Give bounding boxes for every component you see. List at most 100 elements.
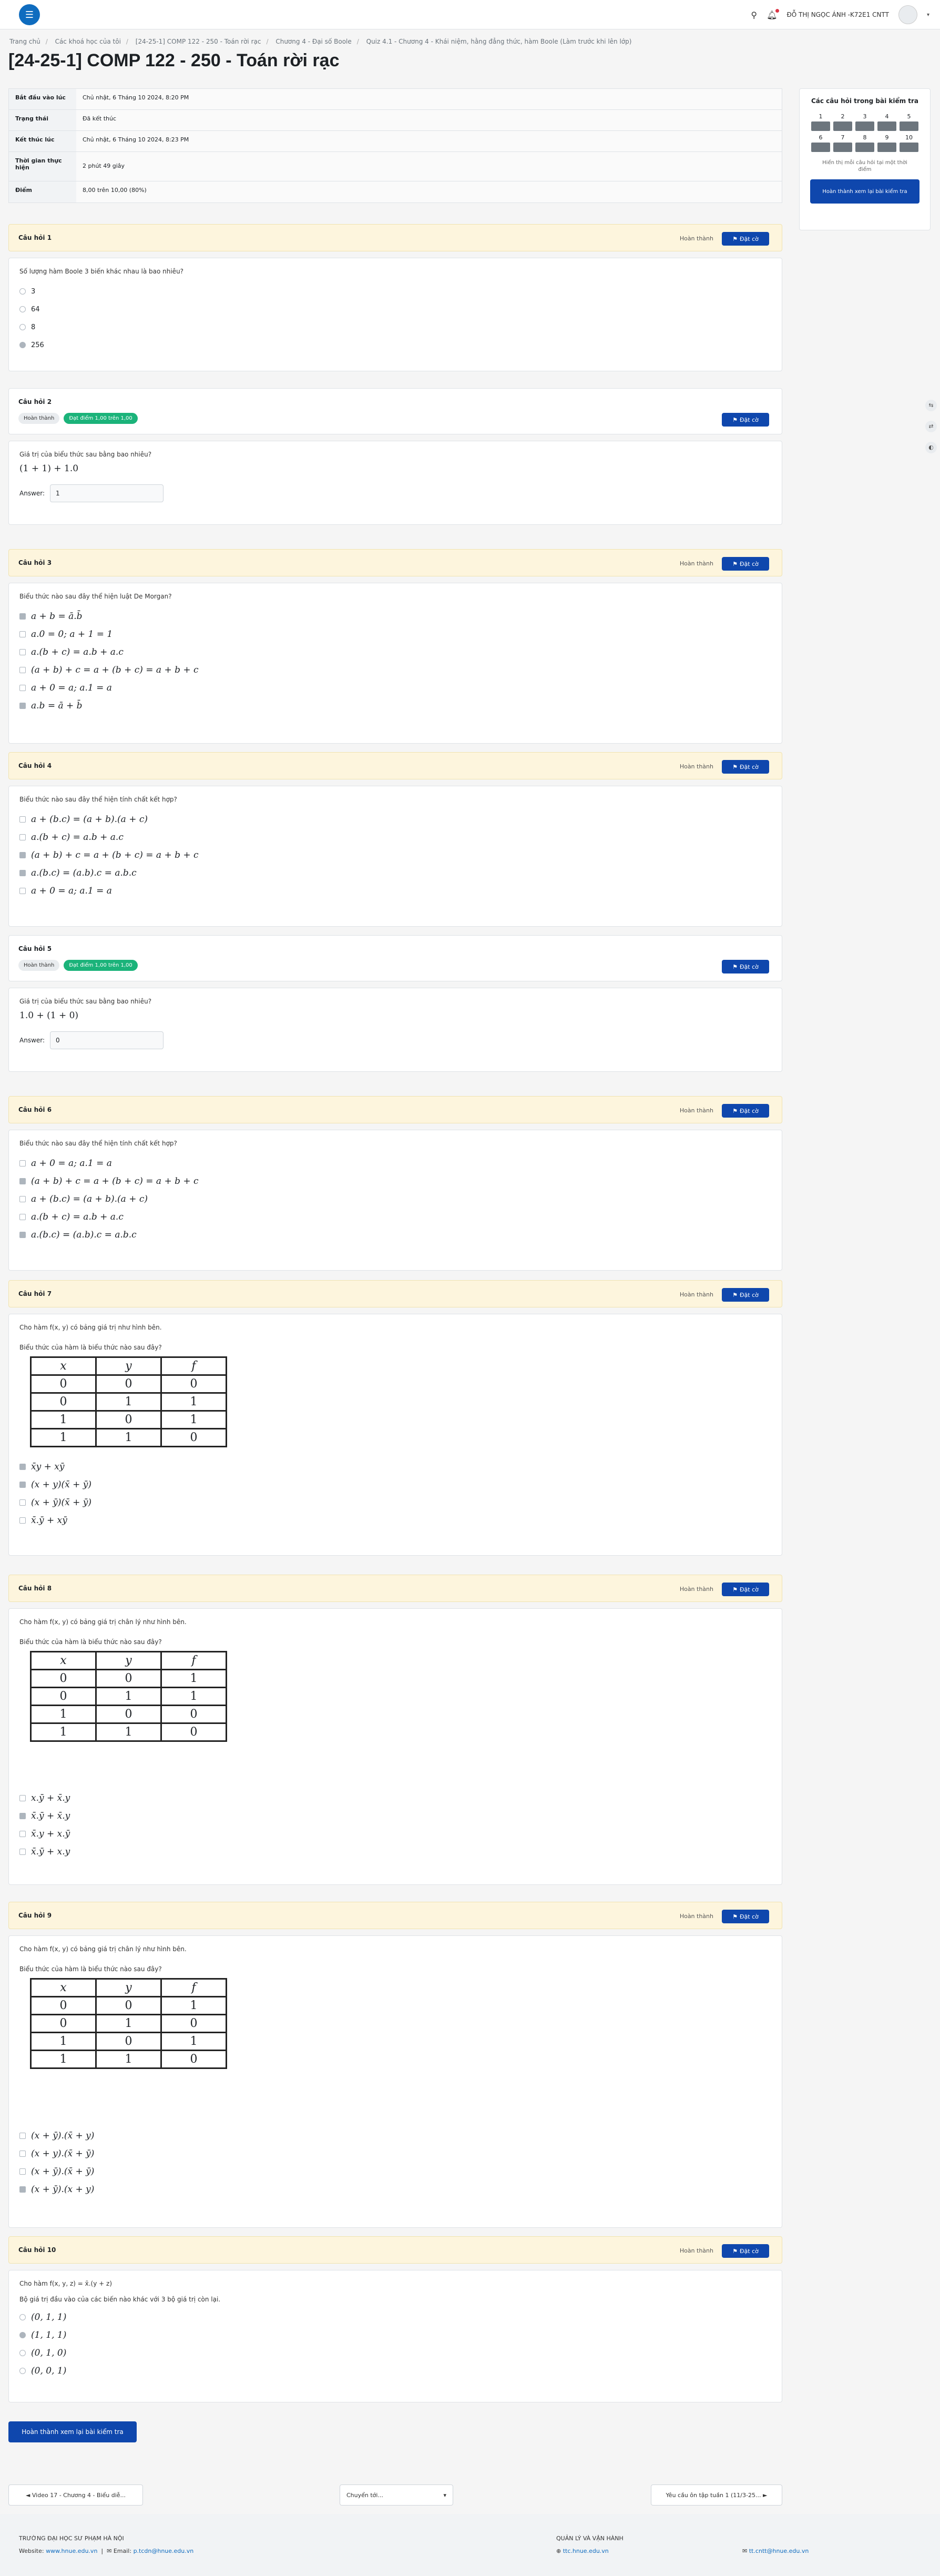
flag-button[interactable]: ⚑ Đặt cờ [722,1104,769,1118]
answer-option[interactable]: (x + y)(x̄ + ȳ) [19,1476,771,1494]
flag-button[interactable]: ⚑ Đặt cờ [722,760,769,774]
flag-button[interactable]: ⚑ Đặt cờ [722,413,769,427]
question-body: Cho hàm f(x, y, z) = x̄.(y + z) Bộ giá t… [8,2270,782,2402]
answer-option[interactable]: a.(b + c) = a.b + a.c [19,1208,771,1226]
breadcrumb-item[interactable]: Trang chủ [9,38,40,45]
flag-button[interactable]: ⚑ Đặt cờ [722,960,769,973]
footer-admin: QUẢN LÝ VÀ VẬN HÀNH [556,2535,624,2542]
user-name[interactable]: ĐỖ THỊ NGỌC ÁNH -K72E1 CNTT [786,11,889,18]
question-body: Biểu thức nào sau đây thể hiện luật De M… [8,583,782,744]
flag-button[interactable]: ⚑ Đặt cờ [722,1583,769,1596]
answer-input[interactable]: 0 [50,1031,164,1049]
question-title: Câu hỏi 9 [18,1912,52,1919]
expression: (1 + 1) + 1.0 [19,463,79,474]
website-link[interactable]: www.hnue.edu.vn [46,2548,97,2554]
quiz-nav-button[interactable]: 3 [855,113,874,131]
quiz-nav-button[interactable]: 10 [900,134,918,152]
answer-option[interactable]: a + (b.c) = (a + b).(a + c) [19,1190,771,1208]
answer-option[interactable]: 3 [19,282,771,300]
expression: 1.0 + (1 + 0) [19,1010,79,1021]
quiz-nav-note[interactable]: Hiển thị mỗi câu hỏi tại một thời điểm [800,159,930,173]
chevron-down-icon[interactable]: ▾ [927,12,929,18]
question-body: Cho hàm f(x, y) có bảng giá trị chân lý … [8,1608,782,1885]
answer-option[interactable]: (x + ȳ)(x̄ + ȳ) [19,1494,771,1512]
answer-option[interactable]: x̄.y + x.ȳ [19,1825,771,1843]
question-body: Biểu thức nào sau đây thể hiện tính chất… [8,1130,782,1271]
finish-review-button[interactable]: Hoàn thành xem lại bài kiểm tra [810,179,919,204]
answer-option[interactable]: a + b = ā.b̄ [19,607,771,625]
answer-option[interactable]: x̄.ȳ + xȳ [19,1512,771,1529]
finish-review-button[interactable]: Hoàn thành xem lại bài kiểm tra [8,2421,137,2442]
prev-activity-link[interactable]: ◄ Video 17 - Chương 4 - Biểu diễ... [8,2484,143,2506]
breadcrumb-item[interactable]: [24-25-1] COMP 122 - 250 - Toán rời rạc [136,38,261,45]
answer-option[interactable]: a.0 = 0; a + 1 = 1 [19,625,771,643]
flag-button[interactable]: ⚑ Đặt cờ [722,232,769,246]
answer-option[interactable]: x̄.ȳ + x̄.y [19,1807,771,1825]
question-1: Câu hỏi 1 Hoàn thành ⚑ Đặt cờ Số lượng hà… [8,224,782,371]
answer-option[interactable]: (0, 1, 0) [19,2344,771,2362]
summary-value: Đã kết thúc [76,110,782,130]
quiz-nav-title: Các câu hỏi trong bài kiểm tra [811,97,919,105]
answer-option[interactable]: (0, 1, 1) [19,2308,771,2326]
flag-button[interactable]: ⚑ Đặt cờ [722,1910,769,1923]
question-body: Số lượng hàm Boole 3 biến khác nhau là b… [8,258,782,371]
quiz-nav-button[interactable]: 7 [833,134,852,152]
question-body: Giá trị của biểu thức sau bằng bao nhiêu… [8,441,782,525]
answer-option[interactable]: a + 0 = a; a.1 = a [19,1154,771,1172]
quiz-nav-button[interactable]: 6 [811,134,830,152]
answer-option[interactable]: a + (b.c) = (a + b).(a + c) [19,810,771,828]
answer-option[interactable]: a.(b + c) = a.b + a.c [19,643,771,661]
next-activity-link[interactable]: Yêu cầu ôn tập tuần 1 (11/3-25... ► [651,2484,782,2506]
question-body: Cho hàm f(x, y) có bảng giá trị như hình… [8,1314,782,1556]
quiz-nav-button[interactable]: 8 [855,134,874,152]
quiz-nav-button[interactable]: 4 [877,113,896,131]
question-header: Câu hỏi 7 Hoàn thành ⚑ Đặt cờ [8,1280,782,1307]
email-link[interactable]: p.tcdn@hnue.edu.vn [134,2548,194,2554]
avatar[interactable] [898,5,917,24]
breadcrumb-item[interactable]: Quiz 4.1 - Chương 4 - Khái niệm, hằng đẳ… [366,38,632,45]
flag-button[interactable]: ⚑ Đặt cờ [722,557,769,571]
drawer-toggle-icon[interactable]: ⇄ [925,421,937,432]
answer-option[interactable]: a + 0 = a; a.1 = a [19,679,771,697]
answer-option[interactable]: 8 [19,318,771,336]
bell-icon[interactable]: 🔔︎ [767,8,780,20]
flag-button[interactable]: ⚑ Đặt cờ [722,1288,769,1302]
answer-option[interactable]: a.(b.c) = (a.b).c = a.b.c [19,1226,771,1244]
drawer-toggle-icon[interactable]: ⇆ [925,400,937,411]
answer-option[interactable]: x̄y + xȳ [19,1458,771,1476]
answer-option[interactable]: (x + y).(x̄ + ȳ) [19,2145,771,2163]
hamburger-menu-icon[interactable]: ☰ [19,4,40,25]
answer-option[interactable]: (a + b) + c = a + (b + c) = a + b + c [19,846,771,864]
answer-option[interactable]: 256 [19,336,771,354]
answer-option[interactable]: x̄.ȳ + x.y [19,1843,771,1861]
quiz-nav-button[interactable]: 9 [877,134,896,152]
drawer-toggle-icon[interactable]: ◐ [925,442,937,453]
answer-option[interactable]: (1, 1, 1) [19,2326,771,2344]
answer-option[interactable]: (x + ȳ).(x̄ + y) [19,2127,771,2145]
answer-option[interactable]: 64 [19,300,771,318]
answer-option[interactable]: x.ȳ + x̄.y [19,1789,771,1807]
answer-option[interactable]: a.(b + c) = a.b + a.c [19,828,771,846]
question-state: Hoàn thành [679,2247,713,2254]
quiz-nav-button[interactable]: 2 [833,113,852,131]
answer-option[interactable]: (a + b) + c = a + (b + c) = a + b + c [19,1172,771,1190]
answer-option[interactable]: (x + ȳ).(x + y) [19,2181,771,2198]
points-badge: Đạt điểm 1,00 trên 1,00 [64,413,138,424]
question-header: Câu hỏi 5 Hoàn thành Đạt điểm 1,00 trên 1… [8,935,782,981]
breadcrumb-item[interactable]: Các khoá học của tôi [55,38,121,45]
answer-option[interactable]: (0, 0, 1) [19,2362,771,2380]
summary-key: Kết thúc lúc [9,131,76,151]
answer-input[interactable]: 1 [50,484,164,502]
search-icon[interactable]: ⚲ [751,10,757,20]
answer-option[interactable]: a.b = ā + b̄ [19,697,771,715]
answer-option[interactable]: (x + ȳ).(x̄ + ȳ) [19,2163,771,2181]
breadcrumb-item[interactable]: Chương 4 - Đại số Boole [275,38,351,45]
answer-option[interactable]: (a + b) + c = a + (b + c) = a + b + c [19,661,771,679]
answer-option[interactable]: a + 0 = a; a.1 = a [19,882,771,900]
quiz-nav-button[interactable]: 1 [811,113,830,131]
jump-to-select[interactable]: Chuyển tới... ▾ [340,2484,453,2506]
flag-button[interactable]: ⚑ Đặt cờ [722,2244,769,2258]
answer-option[interactable]: a.(b.c) = (a.b).c = a.b.c [19,864,771,882]
question-title: Câu hỏi 8 [18,1585,52,1592]
quiz-nav-button[interactable]: 5 [900,113,918,131]
